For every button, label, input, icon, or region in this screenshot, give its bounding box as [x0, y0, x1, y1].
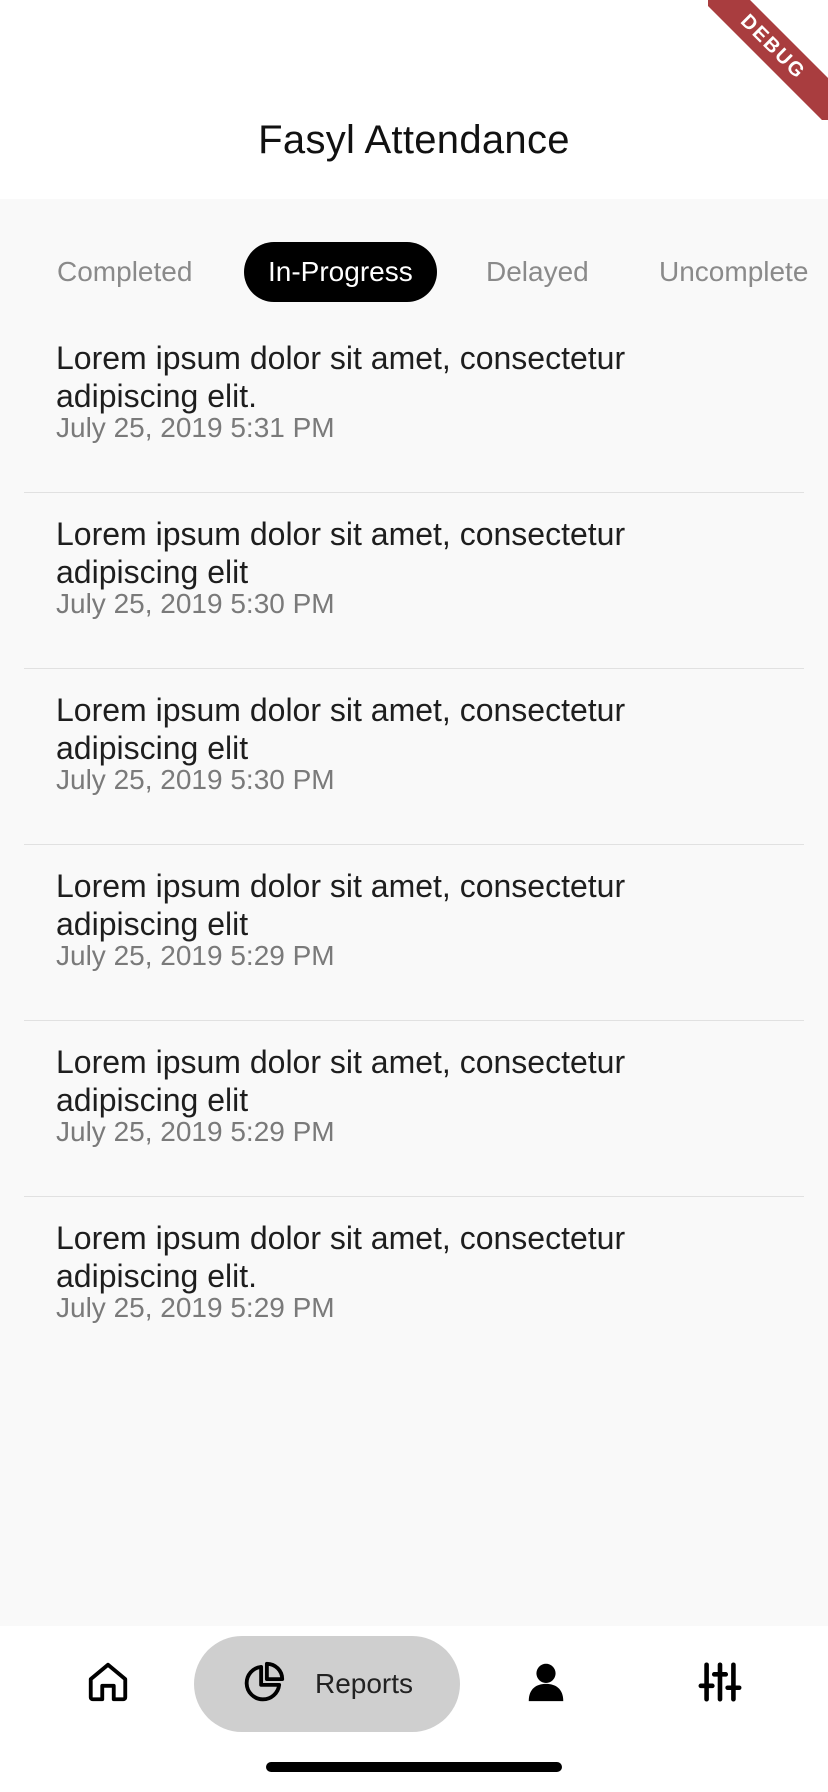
nav-reports-label: Reports: [314, 1668, 414, 1699]
nav-settings-button[interactable]: [670, 1636, 770, 1732]
list-item-timestamp: July 25, 2019 5:30 PM: [56, 588, 335, 619]
home-indicator: [266, 1762, 562, 1772]
list-item-title: Lorem ipsum dolor sit amet, consectetur …: [56, 868, 626, 942]
pie-chart-icon: [241, 1659, 287, 1710]
debug-banner: DEBUG: [708, 0, 828, 120]
list-item-title: Lorem ipsum dolor sit amet, consectetur …: [56, 516, 626, 590]
list-item[interactable]: Lorem ipsum dolor sit amet, consectetur …: [24, 845, 804, 1021]
nav-profile-button[interactable]: [496, 1636, 596, 1732]
tab-delayed[interactable]: Delayed: [486, 242, 589, 302]
nav-home-button[interactable]: [58, 1636, 158, 1732]
list-item[interactable]: Lorem ipsum dolor sit amet, consectetur …: [24, 1197, 804, 1372]
list-item-title: Lorem ipsum dolor sit amet, consectetur …: [56, 1220, 626, 1294]
list-item[interactable]: Lorem ipsum dolor sit amet, consectetur …: [24, 317, 804, 493]
attendance-list: Lorem ipsum dolor sit amet, consectetur …: [24, 317, 804, 1372]
list-item-timestamp: July 25, 2019 5:29 PM: [56, 1116, 335, 1147]
list-item[interactable]: Lorem ipsum dolor sit amet, consectetur …: [24, 493, 804, 669]
list-item-timestamp: July 25, 2019 5:29 PM: [56, 1292, 335, 1323]
status-tabs: Completed In-Progress Delayed Uncomplete: [0, 242, 828, 302]
home-icon: [85, 1659, 131, 1710]
bottom-nav: Reports: [0, 1626, 828, 1792]
app-title: Fasyl Attendance: [258, 118, 570, 162]
list-item-timestamp: July 25, 2019 5:29 PM: [56, 940, 335, 971]
list-item-title: Lorem ipsum dolor sit amet, consectetur …: [56, 340, 626, 414]
sliders-icon: [697, 1659, 743, 1710]
list-item-title: Lorem ipsum dolor sit amet, consectetur …: [56, 1044, 626, 1118]
person-icon: [523, 1659, 569, 1710]
list-item-timestamp: July 25, 2019 5:30 PM: [56, 764, 335, 795]
list-item[interactable]: Lorem ipsum dolor sit amet, consectetur …: [24, 669, 804, 845]
nav-reports-button[interactable]: Reports: [194, 1636, 460, 1732]
list-item-timestamp: July 25, 2019 5:31 PM: [56, 412, 335, 443]
tab-uncomplete[interactable]: Uncomplete: [659, 242, 808, 302]
debug-banner-label: DEBUG: [708, 0, 828, 120]
app-bar: Fasyl Attendance DEBUG: [0, 0, 828, 199]
tab-completed[interactable]: Completed: [57, 242, 192, 302]
list-item[interactable]: Lorem ipsum dolor sit amet, consectetur …: [24, 1021, 804, 1197]
list-item-title: Lorem ipsum dolor sit amet, consectetur …: [56, 692, 626, 766]
tab-in-progress[interactable]: In-Progress: [244, 242, 437, 302]
